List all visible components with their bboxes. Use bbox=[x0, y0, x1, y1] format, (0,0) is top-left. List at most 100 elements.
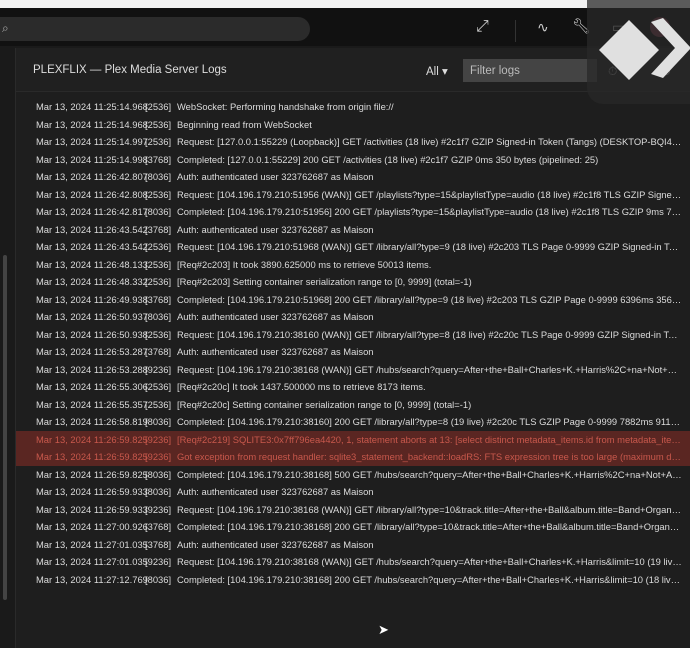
toolbar-divider bbox=[515, 20, 516, 42]
log-thread-id: [3768] bbox=[145, 293, 172, 305]
activity-icon[interactable]: ∿ bbox=[537, 18, 549, 36]
log-message: Auth: authenticated user 323762687 as Ma… bbox=[177, 538, 374, 550]
log-row: Mar 13, 2024 11:26:42.808 [2536] Request: … bbox=[16, 186, 690, 204]
level-filter-dropdown[interactable]: All ▾ bbox=[426, 64, 448, 78]
log-message: Completed: [104.196.179.210:38168] 200 G… bbox=[177, 521, 682, 532]
log-thread-id: [2536] bbox=[145, 328, 172, 340]
logs-panel: PLEXFLIX — Plex Media Server Logs All ▾ … bbox=[15, 48, 690, 648]
log-row: Mar 13, 2024 11:27:01.035 [9236] Request: … bbox=[16, 553, 690, 571]
log-thread-id: [2536] bbox=[145, 188, 172, 200]
log-message: Completed: [104.196.179.210:51956] 200 G… bbox=[177, 206, 682, 217]
log-message: Completed: [104.196.179.210:38168] 500 G… bbox=[177, 468, 682, 480]
log-timestamp: Mar 13, 2024 11:26:50.938 bbox=[36, 328, 148, 340]
log-thread-id: [3768] bbox=[145, 223, 172, 235]
log-row: Mar 13, 2024 11:26:42.807 [8036] Auth: aut… bbox=[16, 168, 690, 186]
log-thread-id: [2536] bbox=[145, 381, 172, 392]
log-row-error: Mar 13, 2024 11:26:59.825 [9236] Got excep… bbox=[16, 448, 690, 466]
log-row: Mar 13, 2024 11:26:50.938 [2536] Request: … bbox=[16, 326, 690, 344]
log-timestamp: Mar 13, 2024 11:26:42.808 bbox=[36, 188, 148, 200]
log-message: [Req#2c219] SQLITE3:0x7ff796ea4420, 1, s… bbox=[177, 433, 682, 445]
log-timestamp: Mar 13, 2024 11:27:01.035 bbox=[36, 538, 148, 550]
log-row: Mar 13, 2024 11:26:59.933 [8036] Auth: aut… bbox=[16, 483, 690, 501]
log-message: Request: [104.196.179.210:51968 (WAN)] G… bbox=[177, 241, 682, 252]
log-row: Mar 13, 2024 11:26:48.332 [2536] [Req#2c20… bbox=[16, 273, 690, 291]
log-message: Auth: authenticated user 323762687 as Ma… bbox=[177, 311, 374, 322]
log-row: Mar 13, 2024 11:26:43.542 [2536] Request: … bbox=[16, 238, 690, 256]
log-row: Mar 13, 2024 11:26:50.937 [8036] Auth: aut… bbox=[16, 308, 690, 326]
log-message: Completed: [104.196.179.210:38160] 200 G… bbox=[177, 416, 682, 427]
log-thread-id: [2536] bbox=[145, 398, 172, 410]
log-message: Completed: [127.0.0.1:55229] 200 GET /ac… bbox=[177, 153, 599, 165]
log-timestamp: Mar 13, 2024 11:26:49.938 bbox=[36, 293, 148, 305]
log-thread-id: [8036] bbox=[145, 573, 172, 585]
log-message: Auth: authenticated user 323762687 as Ma… bbox=[177, 486, 374, 497]
log-row: Mar 13, 2024 11:26:58.819 [8036] Completed… bbox=[16, 413, 690, 431]
log-thread-id: [9236] bbox=[145, 433, 172, 445]
log-row: Mar 13, 2024 11:26:55.357 [2536] [Req#2c20… bbox=[16, 396, 690, 414]
logo-watermark-overlay bbox=[587, 0, 690, 104]
log-message: Request: [104.196.179.210:38160 (WAN)] G… bbox=[177, 328, 682, 340]
log-thread-id: [3768] bbox=[145, 346, 172, 357]
search-bar[interactable]: ⌕ bbox=[0, 17, 310, 41]
log-message: [Req#2c203] Setting container serializat… bbox=[177, 276, 472, 287]
log-timestamp: Mar 13, 2024 11:26:48.332 bbox=[36, 276, 148, 287]
log-row: Mar 13, 2024 11:26:43.542 [3768] Auth: aut… bbox=[16, 221, 690, 239]
log-row: Mar 13, 2024 11:26:59.825 [8036] Completed… bbox=[16, 466, 690, 484]
log-thread-id: [9236] bbox=[145, 451, 172, 462]
log-row: Mar 13, 2024 11:26:48.133 [2536] [Req#2c20… bbox=[16, 256, 690, 274]
log-timestamp: Mar 13, 2024 11:27:01.035 bbox=[36, 556, 148, 567]
log-timestamp: Mar 13, 2024 11:26:58.819 bbox=[36, 416, 148, 427]
log-thread-id: [9236] bbox=[145, 503, 172, 515]
log-thread-id: [2536] bbox=[145, 136, 172, 147]
mouse-cursor: ➤ bbox=[378, 622, 389, 637]
log-message: Request: [104.196.179.210:38168 (WAN)] G… bbox=[177, 556, 682, 567]
log-timestamp: Mar 13, 2024 11:27:12.769 bbox=[36, 573, 148, 585]
log-timestamp: Mar 13, 2024 11:26:43.542 bbox=[36, 241, 148, 252]
log-message: Auth: authenticated user 323762687 as Ma… bbox=[177, 223, 374, 235]
log-thread-id: [8036] bbox=[145, 468, 172, 480]
log-timestamp: Mar 13, 2024 11:25:14.998 bbox=[36, 153, 148, 165]
log-row: Mar 13, 2024 11:26:49.938 [3768] Completed… bbox=[16, 291, 690, 309]
log-timestamp: Mar 13, 2024 11:25:14.968 bbox=[36, 101, 148, 112]
log-message: Completed: [104.196.179.210:51968] 200 G… bbox=[177, 293, 682, 305]
log-thread-id: [2536] bbox=[145, 276, 172, 287]
log-message: Beginning read from WebSocket bbox=[177, 118, 312, 130]
log-message: Got exception from request handler: sqli… bbox=[177, 451, 682, 462]
log-thread-id: [9236] bbox=[145, 556, 172, 567]
log-timestamp: Mar 13, 2024 11:26:42.807 bbox=[36, 171, 148, 182]
page-title: PLEXFLIX — Plex Media Server Logs bbox=[33, 64, 227, 76]
log-message: Completed: [104.196.179.210:38168] 200 G… bbox=[177, 573, 682, 585]
log-row: Mar 13, 2024 11:27:01.035 [3768] Auth: aut… bbox=[16, 536, 690, 554]
log-message: [Req#2c20c] It took 1437.500000 ms to re… bbox=[177, 381, 426, 392]
logo-icon bbox=[599, 18, 690, 80]
log-timestamp: Mar 13, 2024 11:25:14.997 bbox=[36, 136, 148, 147]
log-message: Request: [104.196.179.210:38168 (WAN)] G… bbox=[177, 363, 682, 375]
log-timestamp: Mar 13, 2024 11:26:43.542 bbox=[36, 223, 148, 235]
log-timestamp: Mar 13, 2024 11:26:48.133 bbox=[36, 258, 148, 270]
log-row: Mar 13, 2024 11:25:14.968 [2536] Beginning… bbox=[16, 116, 690, 134]
log-thread-id: [2536] bbox=[145, 241, 172, 252]
log-row: Mar 13, 2024 11:27:12.769 [8036] Completed… bbox=[16, 571, 690, 589]
filter-logs-input[interactable] bbox=[463, 59, 597, 82]
fullscreen-icon[interactable]: ⤢ bbox=[476, 18, 489, 36]
log-row: Mar 13, 2024 11:26:42.817 [8036] Completed… bbox=[16, 203, 690, 221]
log-row: Mar 13, 2024 11:26:59.933 [9236] Request: … bbox=[16, 501, 690, 519]
log-message: [Req#2c20c] Setting container serializat… bbox=[177, 398, 472, 410]
log-message: Request: [104.196.179.210:38168 (WAN)] G… bbox=[177, 503, 682, 515]
log-list: Mar 13, 2024 11:25:14.968 [2536] WebSocket… bbox=[16, 98, 690, 588]
scrollbar[interactable] bbox=[3, 255, 7, 600]
log-timestamp: Mar 13, 2024 11:26:50.937 bbox=[36, 311, 148, 322]
log-thread-id: [2536] bbox=[145, 101, 172, 112]
log-timestamp: Mar 13, 2024 11:26:55.306 bbox=[36, 381, 148, 392]
log-thread-id: [3768] bbox=[145, 538, 172, 550]
log-timestamp: Mar 13, 2024 11:27:00.926 bbox=[36, 521, 148, 532]
log-thread-id: [8036] bbox=[145, 206, 172, 217]
log-message: [Req#2c203] It took 3890.625000 ms to re… bbox=[177, 258, 432, 270]
log-timestamp: Mar 13, 2024 11:26:42.817 bbox=[36, 206, 148, 217]
log-timestamp: Mar 13, 2024 11:26:53.288 bbox=[36, 363, 148, 375]
log-thread-id: [3768] bbox=[145, 521, 172, 532]
log-timestamp: Mar 13, 2024 11:26:59.933 bbox=[36, 503, 148, 515]
log-message: Auth: authenticated user 323762687 as Ma… bbox=[177, 346, 374, 357]
log-row: Mar 13, 2024 11:26:53.287 [3768] Auth: aut… bbox=[16, 343, 690, 361]
log-thread-id: [8036] bbox=[145, 311, 172, 322]
